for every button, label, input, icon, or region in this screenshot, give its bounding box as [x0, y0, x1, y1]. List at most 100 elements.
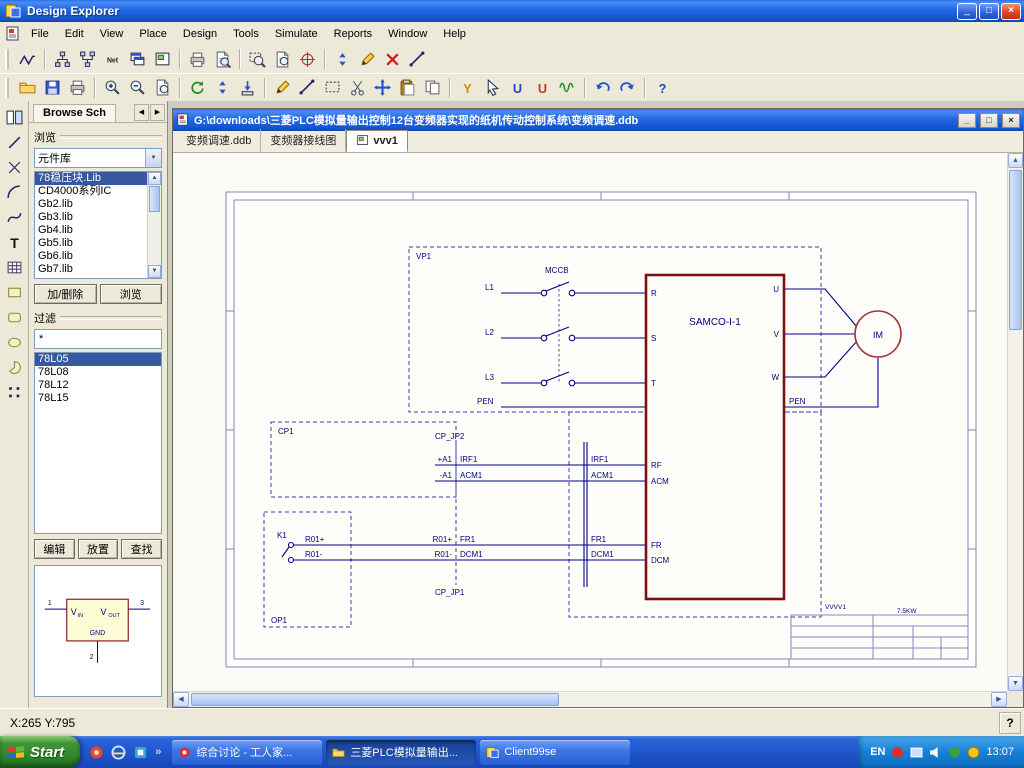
spline-curve-tool[interactable] [2, 205, 26, 229]
tray-icon-4[interactable] [967, 746, 980, 759]
scroll-down-icon[interactable]: ▼ [148, 265, 161, 278]
save-document-button[interactable] [40, 76, 65, 99]
rectangle-tool[interactable] [2, 280, 26, 304]
tray-icon-1[interactable] [891, 746, 904, 759]
arc-tool[interactable] [2, 180, 26, 204]
menu-view[interactable]: View [92, 24, 132, 44]
diagonal-wire-button[interactable] [405, 48, 430, 71]
samco-inverter-block[interactable]: SAMCO-I-1 R S T RF ACM FR DCM U V W [646, 275, 784, 599]
open-document-button[interactable] [15, 76, 40, 99]
component-item[interactable]: 78L15 [35, 392, 161, 405]
zoom-document-button[interactable] [270, 48, 295, 71]
undo-button[interactable] [590, 76, 615, 99]
browse-library-button[interactable]: 浏览 [100, 284, 163, 304]
cascade-windows-button[interactable] [125, 48, 150, 71]
tab-bianpin-tiaosu[interactable]: 变频调速.ddb [177, 129, 261, 152]
print-button[interactable] [65, 76, 90, 99]
library-item[interactable]: Gb4.lib [35, 224, 161, 237]
panel-next-button[interactable]: ▶ [150, 104, 165, 121]
menu-reports[interactable]: Reports [326, 24, 381, 44]
library-item[interactable]: Gb3.lib [35, 211, 161, 224]
rounded-rectangle-tool[interactable] [2, 305, 26, 329]
taskbar-task-folder[interactable]: 三菱PLC模拟量输出... [326, 740, 476, 765]
scroll-thumb[interactable] [149, 186, 160, 212]
print-preview-button[interactable] [210, 48, 235, 71]
text-tool[interactable]: T [2, 230, 26, 254]
volume-icon[interactable] [929, 746, 942, 759]
zoom-all-button[interactable] [150, 76, 175, 99]
ie-icon[interactable] [111, 745, 126, 760]
ellipse-tool[interactable] [2, 330, 26, 354]
component-item[interactable]: 78L08 [35, 366, 161, 379]
zoom-out-button[interactable] [125, 76, 150, 99]
paste-button[interactable] [395, 76, 420, 99]
scroll-up-icon[interactable]: ▲ [1008, 153, 1023, 168]
taskbar-task-client99se[interactable]: Client99se [480, 740, 630, 765]
run-cursor-button[interactable] [480, 76, 505, 99]
tray-icon-2[interactable] [910, 746, 923, 759]
tab-vvv1[interactable]: vvv1 [346, 130, 407, 152]
cut-button[interactable] [345, 76, 370, 99]
move-selection-button[interactable] [370, 76, 395, 99]
toolbar-grip[interactable] [5, 78, 10, 98]
quicklaunch-icon-1[interactable] [89, 745, 104, 760]
sheet-symbol-button[interactable] [150, 48, 175, 71]
sort-order-button[interactable] [330, 48, 355, 71]
selection-rect-button[interactable] [320, 76, 345, 99]
minimize-button[interactable]: _ [957, 3, 977, 20]
taskbar-task-forum[interactable]: 综合讨论 - 工人家... [172, 740, 322, 765]
grid-tool[interactable] [2, 255, 26, 279]
quicklaunch-overflow-button[interactable]: » [155, 746, 161, 758]
menu-design[interactable]: Design [175, 24, 225, 44]
tab-bianpinqi-jiexiantu[interactable]: 变频器接线图 [261, 129, 346, 152]
maximize-button[interactable]: □ [979, 3, 999, 20]
component-item[interactable]: 78L05 [35, 353, 161, 366]
library-type-dropdown[interactable]: 元件库 ▼ [34, 148, 162, 168]
toolbar-grip[interactable] [5, 49, 10, 69]
net-label-button[interactable]: Net [100, 48, 125, 71]
refresh-view-button[interactable] [185, 76, 210, 99]
menu-help[interactable]: Help [435, 24, 474, 44]
motor-im[interactable]: IM [855, 311, 901, 357]
add-remove-library-button[interactable]: 加/删除 [34, 284, 97, 304]
vertical-scroll-thumb[interactable] [1009, 170, 1022, 330]
scroll-down-icon[interactable]: ▼ [1008, 676, 1023, 691]
language-indicator[interactable]: EN [870, 746, 885, 758]
menu-simulate[interactable]: Simulate [267, 24, 326, 44]
schematic-canvas[interactable]: VVVV1 7.5KW [173, 153, 1007, 691]
menu-edit[interactable]: Edit [57, 24, 92, 44]
status-help-button[interactable]: ? [999, 712, 1021, 734]
library-item[interactable]: Gb7.lib [35, 263, 161, 276]
library-item[interactable]: Gb5.lib [35, 237, 161, 250]
library-item[interactable]: Gb2.lib [35, 198, 161, 211]
redo-button[interactable] [615, 76, 640, 99]
split-window-button[interactable] [2, 105, 26, 129]
help-button[interactable]: ? [650, 76, 675, 99]
draw-line-button[interactable] [295, 76, 320, 99]
zoom-window-button[interactable] [245, 48, 270, 71]
pie-tool[interactable] [2, 355, 26, 379]
chevron-down-icon[interactable]: ▼ [145, 149, 161, 167]
component-item[interactable]: 78L12 [35, 379, 161, 392]
doc-close-button[interactable]: × [1002, 113, 1020, 128]
bezier-curve-tool[interactable] [2, 155, 26, 179]
scroll-right-icon[interactable]: ▶ [991, 692, 1007, 707]
place-component-button[interactable]: 放置 [78, 539, 119, 559]
library-item[interactable]: 78稳压块.Lib [35, 172, 161, 185]
library-list-scrollbar[interactable]: ▲ ▼ [147, 172, 161, 278]
hierarchy-down-button[interactable] [75, 48, 100, 71]
probe-y-button[interactable]: Y [455, 76, 480, 99]
find-component-button[interactable]: 查找 [121, 539, 162, 559]
menu-window[interactable]: Window [380, 24, 435, 44]
scroll-left-icon[interactable]: ◀ [173, 692, 189, 707]
component-list[interactable]: 78L05 78L08 78L12 78L15 [34, 352, 162, 534]
delete-mode-button[interactable] [380, 48, 405, 71]
schematic-sheet[interactable]: VVVV1 7.5KW [173, 153, 1007, 691]
edit-component-button[interactable]: 编辑 [34, 539, 75, 559]
cross-probe-button[interactable] [295, 48, 320, 71]
zoom-in-button[interactable] [100, 76, 125, 99]
close-button[interactable]: × [1001, 3, 1021, 20]
doc-maximize-button[interactable]: □ [980, 113, 998, 128]
hierarchy-up-button[interactable] [50, 48, 75, 71]
descend-hierarchy-button[interactable] [235, 76, 260, 99]
